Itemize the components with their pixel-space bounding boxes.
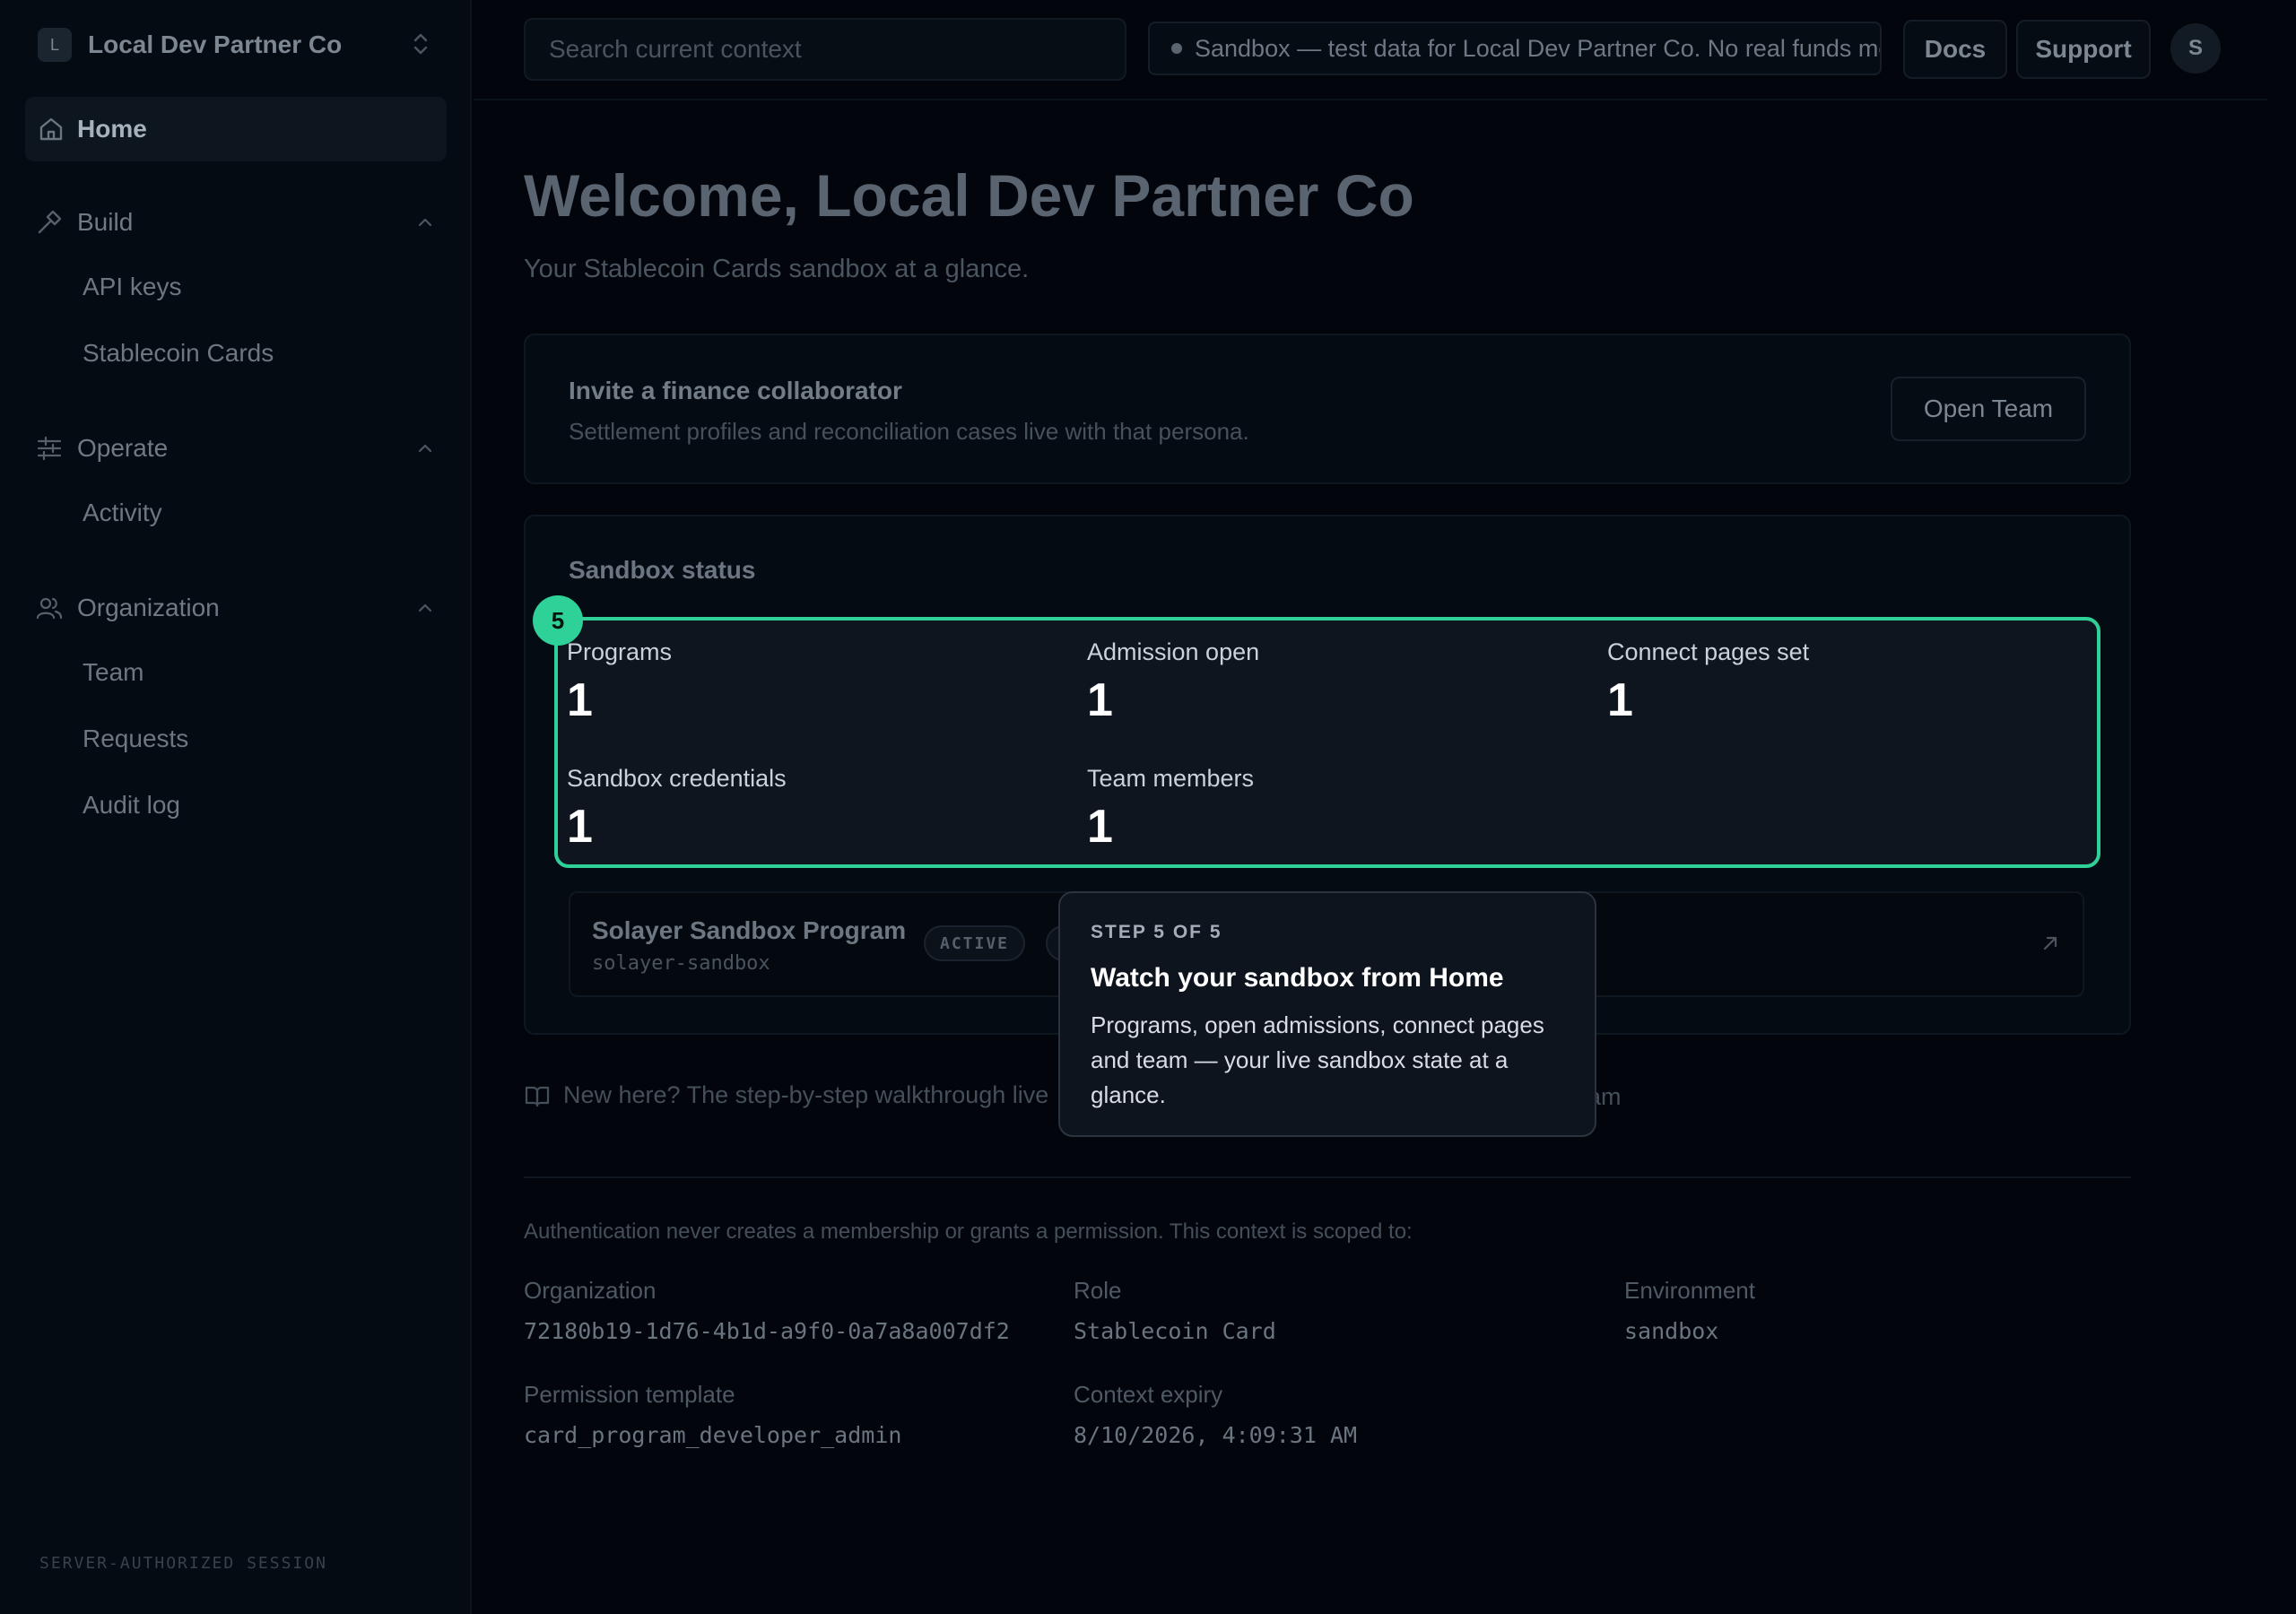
support-button[interactable]: Support xyxy=(2016,20,2151,79)
context-environment-value: sandbox xyxy=(1624,1318,1719,1344)
environment-banner-text: Sandbox — test data for Local Dev Partne… xyxy=(1195,34,1882,62)
sidebar-item-audit-log[interactable]: Audit log xyxy=(83,791,180,820)
context-environment-label: Environment xyxy=(1624,1277,1755,1304)
context-organization-label: Organization xyxy=(524,1277,657,1304)
sidebar-group-label: Build xyxy=(77,208,134,236)
tour-title: Watch your sandbox from Home xyxy=(1091,963,1504,993)
org-name: Local Dev Partner Co xyxy=(88,30,343,58)
stat-value: 1 xyxy=(1087,674,1113,726)
tour-step-badge: 5 xyxy=(533,595,583,646)
sidebar-group-label: Operate xyxy=(77,434,169,462)
tour-body: Programs, open admissions, connect pages… xyxy=(1091,1011,1544,1108)
stat-value: 1 xyxy=(567,801,593,853)
sidebar-group-operate[interactable]: Operate xyxy=(25,423,447,473)
page-subtitle: Your Stablecoin Cards sandbox at a glanc… xyxy=(524,255,1030,283)
chevron-up-down-icon xyxy=(413,33,428,55)
chevron-up-icon xyxy=(418,444,432,453)
context-role-label: Role xyxy=(1074,1277,1122,1304)
page-title: Welcome, Local Dev Partner Co xyxy=(524,162,1414,229)
sidebar-item-requests[interactable]: Requests xyxy=(83,725,188,753)
sliders-icon xyxy=(37,436,62,461)
topbar: Search current context Sandbox — test da… xyxy=(474,0,2267,100)
sidebar-item-activity[interactable]: Activity xyxy=(83,499,162,527)
chevron-up-icon xyxy=(418,218,432,227)
program-name: Solayer Sandbox Program xyxy=(592,916,907,944)
stat-value: 1 xyxy=(1607,674,1633,726)
docs-button[interactable]: Docs xyxy=(1903,20,2007,79)
book-open-icon xyxy=(525,1086,550,1106)
stat-label: Sandbox credentials xyxy=(567,765,787,792)
context-role-value: Stablecoin Card xyxy=(1074,1318,1276,1344)
sidebar: L Local Dev Partner Co Home Build API ke… xyxy=(0,0,472,1614)
auth-note: Authentication never creates a membershi… xyxy=(524,1219,1413,1244)
status-badge: ACTIVE xyxy=(924,925,1026,961)
stat-sandbox-credentials: Sandbox credentials 1 xyxy=(567,765,787,854)
org-switcher[interactable]: L Local Dev Partner Co xyxy=(25,16,443,74)
walkthrough-text: New here? The step-by-step walkthrough l… xyxy=(563,1081,1049,1108)
stat-label: Programs xyxy=(567,638,673,665)
sidebar-item-label: Home xyxy=(77,115,147,143)
session-footer: SERVER-AUTHORIZED SESSION xyxy=(39,1554,327,1573)
walkthrough-link[interactable]: New here? The step-by-step walkthrough l… xyxy=(524,1081,1048,1109)
sidebar-item-home[interactable]: Home xyxy=(25,97,447,161)
sidebar-item-api-keys[interactable]: API keys xyxy=(83,273,181,301)
environment-banner: Sandbox — test data for Local Dev Partne… xyxy=(1148,22,1882,75)
stat-label: Admission open xyxy=(1087,638,1260,665)
invite-card: Invite a finance collaborator Settlement… xyxy=(524,334,2131,484)
sidebar-group-label: Organization xyxy=(77,594,220,621)
stat-admission-open: Admission open 1 xyxy=(1087,638,1259,727)
search-input[interactable]: Search current context xyxy=(524,18,1126,81)
stat-label: Connect pages set xyxy=(1607,638,1810,665)
stat-value: 1 xyxy=(1087,801,1113,853)
tour-tooltip: STEP 5 OF 5 Watch your sandbox from Home… xyxy=(1058,891,1596,1137)
context-expiry-label: Context expiry xyxy=(1074,1381,1223,1408)
sidebar-item-stablecoin-cards[interactable]: Stablecoin Cards xyxy=(83,339,274,368)
context-expiry-value: 8/10/2026, 4:09:31 AM xyxy=(1074,1422,1358,1448)
home-icon xyxy=(39,117,63,141)
context-organization-value: 72180b19-1d76-4b1d-a9f0-0a7a8a007df2 xyxy=(524,1318,1010,1344)
org-avatar: L xyxy=(38,28,72,62)
sandbox-stats-highlight: Programs 1 Admission open 1 Connect page… xyxy=(554,617,2100,868)
open-team-button[interactable]: Open Team xyxy=(1891,377,2086,441)
stat-team-members: Team members 1 xyxy=(1087,765,1254,854)
sidebar-group-build[interactable]: Build xyxy=(25,197,447,247)
stat-label: Team members xyxy=(1087,765,1255,792)
sandbox-status-title: Sandbox status xyxy=(569,556,756,584)
sidebar-item-team[interactable]: Team xyxy=(83,658,144,687)
tour-step-counter: STEP 5 OF 5 xyxy=(1091,922,1222,942)
sidebar-group-organization[interactable]: Organization xyxy=(25,583,447,633)
stat-programs: Programs 1 xyxy=(567,638,672,727)
users-icon xyxy=(36,597,63,620)
context-template-value: card_program_developer_admin xyxy=(524,1422,902,1448)
status-dot-icon xyxy=(1171,43,1182,54)
stat-connect-pages-set: Connect pages set 1 xyxy=(1607,638,1809,727)
chevron-up-icon xyxy=(418,603,432,612)
user-avatar[interactable]: S xyxy=(2170,23,2221,74)
divider xyxy=(524,1176,2131,1178)
context-template-label: Permission template xyxy=(524,1381,735,1408)
invite-title: Invite a finance collaborator xyxy=(569,377,902,404)
hammer-icon xyxy=(38,210,62,234)
invite-description: Settlement profiles and reconciliation c… xyxy=(569,418,1249,445)
program-slug: solayer-sandbox xyxy=(592,952,770,975)
external-link-icon xyxy=(2043,936,2057,950)
stat-value: 1 xyxy=(567,674,593,726)
